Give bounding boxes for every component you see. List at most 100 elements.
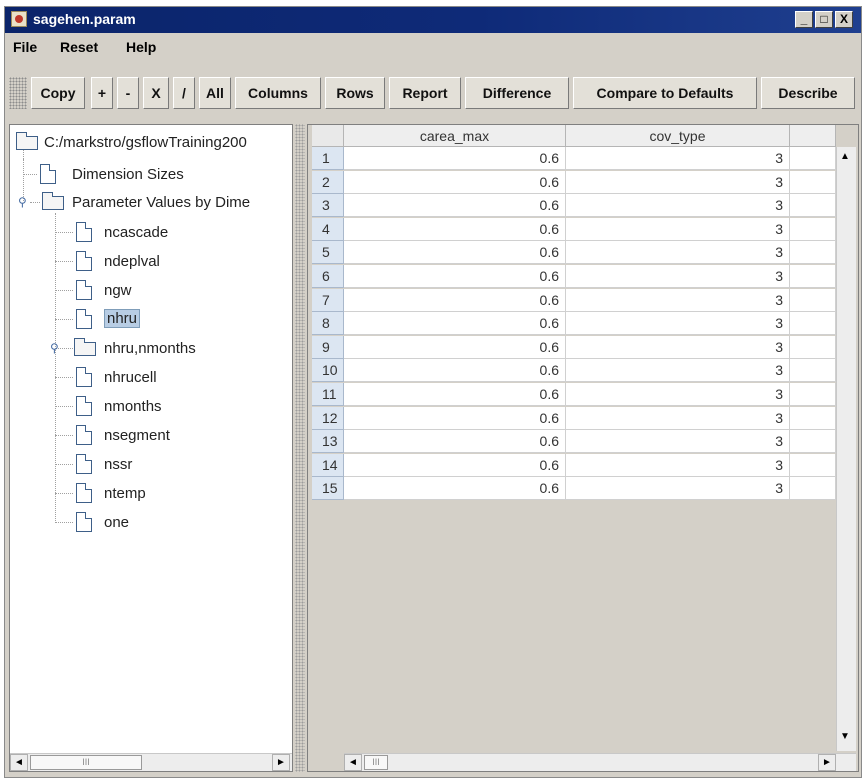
cell-cov-type[interactable]: 3	[566, 289, 790, 312]
cell-cov-type[interactable]: 3	[566, 336, 790, 359]
vertical-scrollbar[interactable]: ▲ ▼	[836, 147, 856, 751]
rows-button[interactable]: Rows	[325, 77, 385, 109]
cell-next[interactable]	[790, 383, 836, 406]
row-number[interactable]: 15	[312, 477, 344, 500]
tree-item-label: nmonths	[104, 398, 162, 415]
column-header-cov-type[interactable]: cov_type	[566, 125, 790, 147]
cell-next[interactable]	[790, 147, 836, 170]
cell-carea-max[interactable]: 0.6	[344, 218, 566, 241]
column-header-carea-max[interactable]: carea_max	[344, 125, 566, 147]
maximize-button[interactable]: □	[815, 11, 833, 28]
cell-cov-type[interactable]: 3	[566, 407, 790, 430]
row-number[interactable]: 9	[312, 336, 344, 359]
cell-carea-max[interactable]: 0.6	[344, 359, 566, 382]
cell-carea-max[interactable]: 0.6	[344, 477, 566, 500]
row-number[interactable]: 11	[312, 383, 344, 406]
cell-next[interactable]	[790, 289, 836, 312]
cell-carea-max[interactable]: 0.6	[344, 241, 566, 264]
cell-carea-max[interactable]: 0.6	[344, 265, 566, 288]
cell-next[interactable]	[790, 454, 836, 477]
minimize-button[interactable]: _	[795, 11, 813, 28]
title-bar[interactable]: sagehen.param _ □ X	[5, 7, 861, 33]
menu-reset[interactable]: Reset	[60, 39, 98, 55]
cell-carea-max[interactable]: 0.6	[344, 407, 566, 430]
copy-button[interactable]: Copy	[31, 77, 85, 109]
cell-carea-max[interactable]: 0.6	[344, 336, 566, 359]
report-button[interactable]: Report	[389, 77, 461, 109]
cell-carea-max[interactable]: 0.6	[344, 312, 566, 335]
row-number[interactable]: 3	[312, 194, 344, 217]
row-number[interactable]: 8	[312, 312, 344, 335]
cell-carea-max[interactable]: 0.6	[344, 454, 566, 477]
row-number[interactable]: 12	[312, 407, 344, 430]
cell-carea-max[interactable]: 0.6	[344, 194, 566, 217]
cell-cov-type[interactable]: 3	[566, 265, 790, 288]
cell-cov-type[interactable]: 3	[566, 454, 790, 477]
split-pane-divider[interactable]	[295, 124, 305, 772]
scroll-left-icon[interactable]: ◄	[344, 754, 362, 771]
row-number[interactable]: 5	[312, 241, 344, 264]
cell-carea-max[interactable]: 0.6	[344, 383, 566, 406]
cell-next[interactable]	[790, 265, 836, 288]
row-number[interactable]: 10	[312, 359, 344, 382]
cell-cov-type[interactable]: 3	[566, 477, 790, 500]
cell-carea-max[interactable]: 0.6	[344, 430, 566, 453]
cell-cov-type[interactable]: 3	[566, 147, 790, 170]
cell-cov-type[interactable]: 3	[566, 359, 790, 382]
column-header-next[interactable]	[790, 125, 836, 147]
cell-carea-max[interactable]: 0.6	[344, 147, 566, 170]
multiply-button[interactable]: X	[143, 77, 169, 109]
row-number[interactable]: 4	[312, 218, 344, 241]
compare-to-defaults-button[interactable]: Compare to Defaults	[573, 77, 757, 109]
scroll-up-icon[interactable]: ▲	[840, 151, 850, 162]
cell-next[interactable]	[790, 336, 836, 359]
columns-button[interactable]: Columns	[235, 77, 321, 109]
describe-button[interactable]: Describe	[761, 77, 855, 109]
tree-horizontal-scrollbar[interactable]: ◄ III ►	[10, 753, 292, 771]
cell-cov-type[interactable]: 3	[566, 430, 790, 453]
row-number[interactable]: 2	[312, 171, 344, 194]
row-number[interactable]: 6	[312, 265, 344, 288]
scroll-left-icon[interactable]: ◄	[10, 754, 28, 771]
scroll-right-icon[interactable]: ►	[272, 754, 290, 771]
cell-cov-type[interactable]: 3	[566, 383, 790, 406]
close-button[interactable]: X	[835, 11, 853, 28]
tree-item-label: nsegment	[104, 427, 170, 444]
cell-next[interactable]	[790, 477, 836, 500]
cell-next[interactable]	[790, 171, 836, 194]
cell-carea-max[interactable]: 0.6	[344, 171, 566, 194]
cell-next[interactable]	[790, 218, 836, 241]
cell-cov-type[interactable]: 3	[566, 312, 790, 335]
menu-file[interactable]: File	[13, 39, 37, 55]
cell-cov-type[interactable]: 3	[566, 218, 790, 241]
expand-handle-icon[interactable]: ⚲	[50, 342, 62, 354]
difference-button[interactable]: Difference	[465, 77, 569, 109]
row-number[interactable]: 7	[312, 289, 344, 312]
cell-next[interactable]	[790, 359, 836, 382]
cell-cov-type[interactable]: 3	[566, 171, 790, 194]
parameter-tree[interactable]: C:/markstro/gsflowTraining200 Dimension …	[9, 124, 293, 772]
cell-next[interactable]	[790, 430, 836, 453]
scroll-right-icon[interactable]: ►	[818, 754, 836, 771]
add-button[interactable]: +	[91, 77, 113, 109]
cell-cov-type[interactable]: 3	[566, 241, 790, 264]
scroll-thumb[interactable]: III	[364, 755, 388, 770]
subtract-button[interactable]: -	[117, 77, 139, 109]
horizontal-scrollbar[interactable]: ◄ III ►	[344, 753, 856, 771]
row-number[interactable]: 1	[312, 147, 344, 170]
cell-next[interactable]	[790, 407, 836, 430]
collapse-handle-icon[interactable]: ⚲	[18, 196, 30, 208]
toolbar-grip[interactable]	[9, 77, 27, 109]
cell-next[interactable]	[790, 194, 836, 217]
cell-next[interactable]	[790, 312, 836, 335]
cell-cov-type[interactable]: 3	[566, 194, 790, 217]
scroll-down-icon[interactable]: ▼	[840, 731, 850, 742]
row-number[interactable]: 14	[312, 454, 344, 477]
cell-next[interactable]	[790, 241, 836, 264]
row-number[interactable]: 13	[312, 430, 344, 453]
menu-help[interactable]: Help	[126, 39, 156, 55]
scroll-thumb[interactable]: III	[30, 755, 142, 770]
divide-button[interactable]: /	[173, 77, 195, 109]
all-button[interactable]: All	[199, 77, 231, 109]
cell-carea-max[interactable]: 0.6	[344, 289, 566, 312]
